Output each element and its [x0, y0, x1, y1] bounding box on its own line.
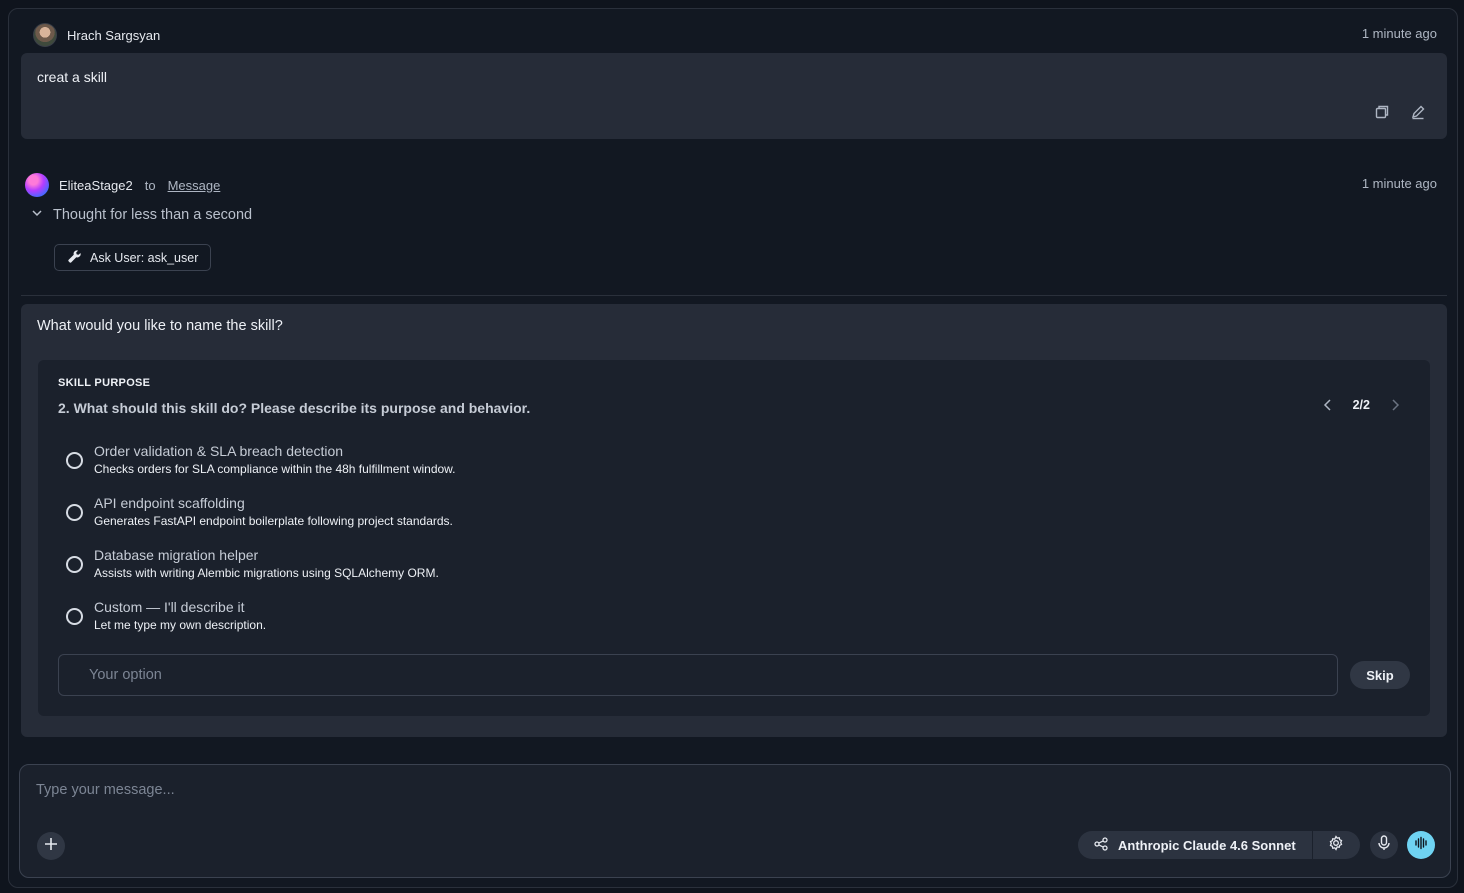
- option-description: Assists with writing Alembic migrations …: [94, 566, 439, 580]
- option-custom[interactable]: Custom — I'll describe it Let me type my…: [66, 598, 266, 634]
- timestamp: 1 minute ago: [1361, 26, 1437, 41]
- option-description: Checks orders for SLA compliance within …: [94, 462, 456, 476]
- user-message-bubble: creat a skill: [21, 53, 1447, 139]
- share-nodes-icon: [1094, 836, 1108, 854]
- agent-message-header: EliteaStage2 to Message: [25, 173, 220, 197]
- audio-waveform-icon: [1414, 836, 1428, 855]
- chat-frame: Hrach Sargsyan 1 minute ago creat a skil…: [8, 8, 1458, 888]
- divider: [21, 295, 1447, 296]
- gear-icon: [1328, 834, 1344, 856]
- thought-toggle[interactable]: Thought for less than a second: [31, 207, 252, 223]
- radio-button[interactable]: [66, 607, 83, 625]
- thought-label: Thought for less than a second: [53, 207, 253, 223]
- option-title: Order validation & SLA breach detection: [94, 443, 344, 459]
- tool-chip-label: Ask User: ask_user: [90, 250, 199, 265]
- chevron-right-icon[interactable]: [1388, 398, 1402, 412]
- option-title: Database migration helper: [94, 547, 259, 563]
- radio-button[interactable]: [66, 555, 83, 573]
- radio-button[interactable]: [66, 451, 83, 469]
- message-input[interactable]: [36, 779, 1426, 801]
- user-message-text: creat a skill: [37, 69, 108, 85]
- author-name: EliteaStage2: [59, 177, 133, 193]
- option-description: Let me type my own description.: [94, 618, 267, 632]
- add-attachment-button[interactable]: [37, 832, 65, 860]
- model-settings-button[interactable]: [1311, 831, 1360, 859]
- plus-icon: [44, 837, 58, 856]
- question-prompt: 2. What should this skill do? Please des…: [58, 400, 531, 416]
- question-card: SKILL PURPOSE 2. What should this skill …: [38, 360, 1430, 716]
- section-label: SKILL PURPOSE: [58, 377, 151, 389]
- skip-button[interactable]: Skip: [1350, 661, 1410, 689]
- chevron-down-icon: [31, 207, 43, 223]
- model-selector-group: Anthropic Claude 4.6 Sonnet: [1078, 831, 1360, 859]
- microphone-icon: [1377, 834, 1391, 856]
- voice-mode-button[interactable]: [1407, 831, 1435, 859]
- ask-user-panel: What would you like to name the skill? S…: [21, 304, 1447, 737]
- tool-call-chip[interactable]: Ask User: ask_user: [54, 244, 212, 271]
- chevron-left-icon[interactable]: [1321, 398, 1335, 412]
- avatar: [33, 23, 57, 47]
- option-description: Generates FastAPI endpoint boilerplate f…: [94, 514, 453, 528]
- model-label: Anthropic Claude 4.6 Sonnet: [1118, 837, 1296, 853]
- pager-count: 2/2: [1352, 398, 1370, 412]
- question-pager: 2/2: [1321, 398, 1402, 412]
- copy-icon[interactable]: [1373, 103, 1391, 121]
- option-order-validation[interactable]: Order validation & SLA breach detection …: [66, 442, 456, 478]
- edit-icon[interactable]: [1409, 103, 1427, 121]
- message-composer: Anthropic Claude 4.6 Sonnet: [19, 764, 1451, 878]
- author-name: Hrach Sargsyan: [67, 27, 161, 43]
- your-option-input[interactable]: [58, 654, 1338, 696]
- option-title: API endpoint scaffolding: [94, 495, 245, 511]
- model-selector-button[interactable]: Anthropic Claude 4.6 Sonnet: [1078, 831, 1312, 859]
- question-title: What would you like to name the skill?: [37, 318, 283, 334]
- avatar: [25, 173, 49, 197]
- to-label: to: [144, 177, 156, 193]
- option-title: Custom — I'll describe it: [94, 599, 245, 615]
- timestamp: 1 minute ago: [1361, 176, 1437, 191]
- radio-button[interactable]: [66, 503, 83, 521]
- microphone-button[interactable]: [1370, 831, 1398, 859]
- option-api-scaffolding[interactable]: API endpoint scaffolding Generates FastA…: [66, 494, 453, 530]
- option-database-migration[interactable]: Database migration helper Assists with w…: [66, 546, 439, 582]
- wrench-icon: [67, 249, 82, 267]
- user-message-header: Hrach Sargsyan: [33, 23, 160, 47]
- message-link[interactable]: Message: [168, 178, 221, 193]
